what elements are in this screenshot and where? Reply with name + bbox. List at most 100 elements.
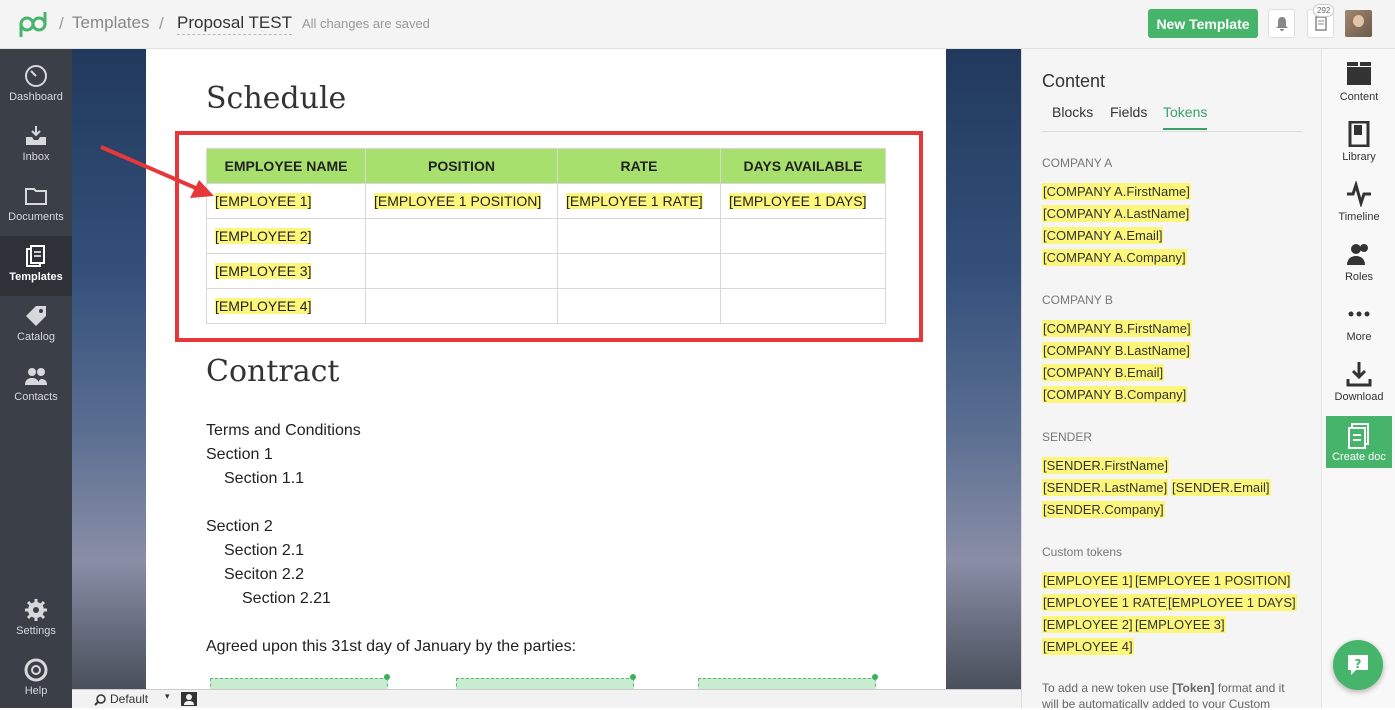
signature-field[interactable] (698, 678, 876, 689)
contract-heading[interactable]: Contract (206, 354, 339, 389)
document-title[interactable]: Proposal TEST (177, 13, 292, 35)
document-page[interactable]: Schedule EMPLOYEE NAME POSITION RATE DAY… (146, 49, 946, 689)
chat-help-icon: ? (1348, 655, 1368, 675)
zoom-select[interactable]: Default (110, 692, 148, 706)
right-tool-rail: Content Library Timeline Roles More Down… (1321, 49, 1395, 708)
schedule-table[interactable]: EMPLOYEE NAME POSITION RATE DAYS AVAILAB… (206, 148, 886, 324)
rail-content[interactable]: Content (1322, 49, 1395, 109)
terms-heading[interactable]: Terms and Conditions (206, 422, 361, 440)
tab-fields[interactable]: Fields (1110, 104, 1147, 120)
nav-inbox[interactable]: Inbox (0, 116, 72, 176)
user-avatar[interactable] (1345, 10, 1372, 37)
table-cell[interactable]: [EMPLOYEE 1] (206, 183, 366, 219)
nav-label: Documents (8, 211, 64, 223)
subsection-heading[interactable]: Seciton 2.2 (224, 566, 304, 584)
token-item[interactable]: [COMPANY B.Company] (1042, 386, 1188, 403)
subsection-heading[interactable]: Section 2.21 (242, 590, 331, 608)
token-item[interactable]: [COMPANY A.FirstName] (1042, 183, 1191, 200)
token-tag[interactable]: [EMPLOYEE 3] (215, 263, 312, 279)
chevron-down-icon[interactable]: ▾ (165, 691, 170, 702)
token-group-label: Custom tokens (1042, 545, 1123, 559)
content-icon (1347, 62, 1371, 85)
rail-more[interactable]: More (1322, 289, 1395, 349)
nav-documents[interactable]: Documents (0, 176, 72, 236)
token-tag[interactable]: [EMPLOYEE 1] (215, 193, 312, 209)
new-template-button[interactable]: New Template (1148, 9, 1258, 38)
help-chat-button[interactable]: ? (1333, 640, 1383, 690)
table-cell[interactable]: [EMPLOYEE 2] (206, 218, 366, 254)
token-tag[interactable]: [EMPLOYEE 1 POSITION] (374, 193, 542, 209)
table-cell[interactable] (720, 288, 886, 324)
agreement-text[interactable]: Agreed upon this 31st day of January by … (206, 638, 576, 656)
token-item[interactable]: [EMPLOYEE 1 POSITION] (1134, 572, 1292, 589)
contacts-icon (25, 368, 47, 385)
token-item[interactable]: [EMPLOYEE 2] (1042, 616, 1134, 633)
rail-download[interactable]: Download (1322, 349, 1395, 409)
signature-field[interactable] (456, 678, 634, 689)
nav-help[interactable]: Help (0, 650, 72, 710)
pandadoc-logo[interactable] (18, 9, 48, 39)
signature-field[interactable] (210, 678, 388, 689)
table-cell[interactable] (365, 288, 558, 324)
tab-blocks[interactable]: Blocks (1052, 104, 1093, 120)
tab-tokens[interactable]: Tokens (1163, 104, 1208, 130)
token-item[interactable]: [SENDER.Email] (1171, 479, 1271, 496)
subsection-heading[interactable]: Section 1.1 (224, 470, 304, 488)
table-cell[interactable]: [EMPLOYEE 1 POSITION] (365, 183, 558, 219)
nav-label: Inbox (22, 151, 50, 163)
token-item[interactable]: [COMPANY A.Email] (1042, 227, 1164, 244)
token-tag[interactable]: [EMPLOYEE 1 DAYS] (729, 193, 867, 209)
column-header[interactable]: POSITION (365, 148, 558, 184)
token-item[interactable]: [COMPANY B.Email] (1042, 364, 1165, 381)
rail-label: Roles (1344, 271, 1374, 283)
nav-templates[interactable]: Templates (0, 236, 72, 296)
token-item[interactable]: [SENDER.LastName] (1042, 479, 1169, 496)
token-item[interactable]: [SENDER.Company] (1042, 501, 1165, 518)
subsection-heading[interactable]: Section 2.1 (224, 542, 304, 560)
token-tag[interactable]: [EMPLOYEE 2] (215, 228, 312, 244)
token-item[interactable]: [COMPANY A.LastName] (1042, 205, 1191, 222)
token-item[interactable]: [COMPANY A.Company] (1042, 249, 1187, 266)
token-item[interactable]: [EMPLOYEE 1] (1042, 572, 1134, 589)
table-cell[interactable] (557, 288, 721, 324)
nav-catalog[interactable]: Catalog (0, 296, 72, 356)
token-item[interactable]: [EMPLOYEE 1 RATE] (1042, 594, 1171, 611)
field-handle[interactable] (630, 674, 636, 680)
column-header[interactable]: DAYS AVAILABLE (720, 148, 886, 184)
token-item[interactable]: [EMPLOYEE 4] (1042, 638, 1134, 655)
column-header[interactable]: RATE (557, 148, 721, 184)
table-cell[interactable] (365, 253, 558, 289)
table-cell[interactable]: [EMPLOYEE 1 DAYS] (720, 183, 886, 219)
table-cell[interactable] (720, 218, 886, 254)
rail-timeline[interactable]: Timeline (1322, 169, 1395, 229)
nav-contacts[interactable]: Contacts (0, 356, 72, 416)
table-cell[interactable] (557, 218, 721, 254)
table-cell[interactable]: [EMPLOYEE 3] (206, 253, 366, 289)
table-cell[interactable] (365, 218, 558, 254)
column-header[interactable]: EMPLOYEE NAME (206, 148, 366, 184)
token-item[interactable]: [COMPANY B.LastName] (1042, 342, 1191, 359)
token-item[interactable]: [EMPLOYEE 1 DAYS] (1167, 594, 1297, 611)
field-handle[interactable] (872, 674, 878, 680)
token-tag[interactable]: [EMPLOYEE 1 RATE] (566, 193, 703, 209)
token-item[interactable]: [SENDER.FirstName] (1042, 457, 1169, 474)
contact-card-icon[interactable] (181, 692, 197, 706)
notifications-button[interactable] (1268, 9, 1295, 38)
nav-settings[interactable]: Settings (0, 590, 72, 650)
table-cell[interactable] (720, 253, 886, 289)
field-handle[interactable] (384, 674, 390, 680)
table-cell[interactable]: [EMPLOYEE 4] (206, 288, 366, 324)
section-heading[interactable]: Section 1 (206, 446, 273, 464)
token-tag[interactable]: [EMPLOYEE 4] (215, 298, 312, 314)
rail-roles[interactable]: Roles (1322, 229, 1395, 289)
table-cell[interactable] (557, 253, 721, 289)
rail-library[interactable]: Library (1322, 109, 1395, 169)
token-item[interactable]: [COMPANY B.FirstName] (1042, 320, 1192, 337)
token-item[interactable]: [EMPLOYEE 3] (1134, 616, 1226, 633)
create-doc-button[interactable]: Create doc (1326, 416, 1392, 468)
section-heading[interactable]: Section 2 (206, 518, 273, 536)
schedule-heading[interactable]: Schedule (206, 81, 346, 116)
breadcrumb-templates[interactable]: Templates (72, 13, 149, 33)
nav-dashboard[interactable]: Dashboard (0, 56, 72, 116)
table-cell[interactable]: [EMPLOYEE 1 RATE] (557, 183, 721, 219)
